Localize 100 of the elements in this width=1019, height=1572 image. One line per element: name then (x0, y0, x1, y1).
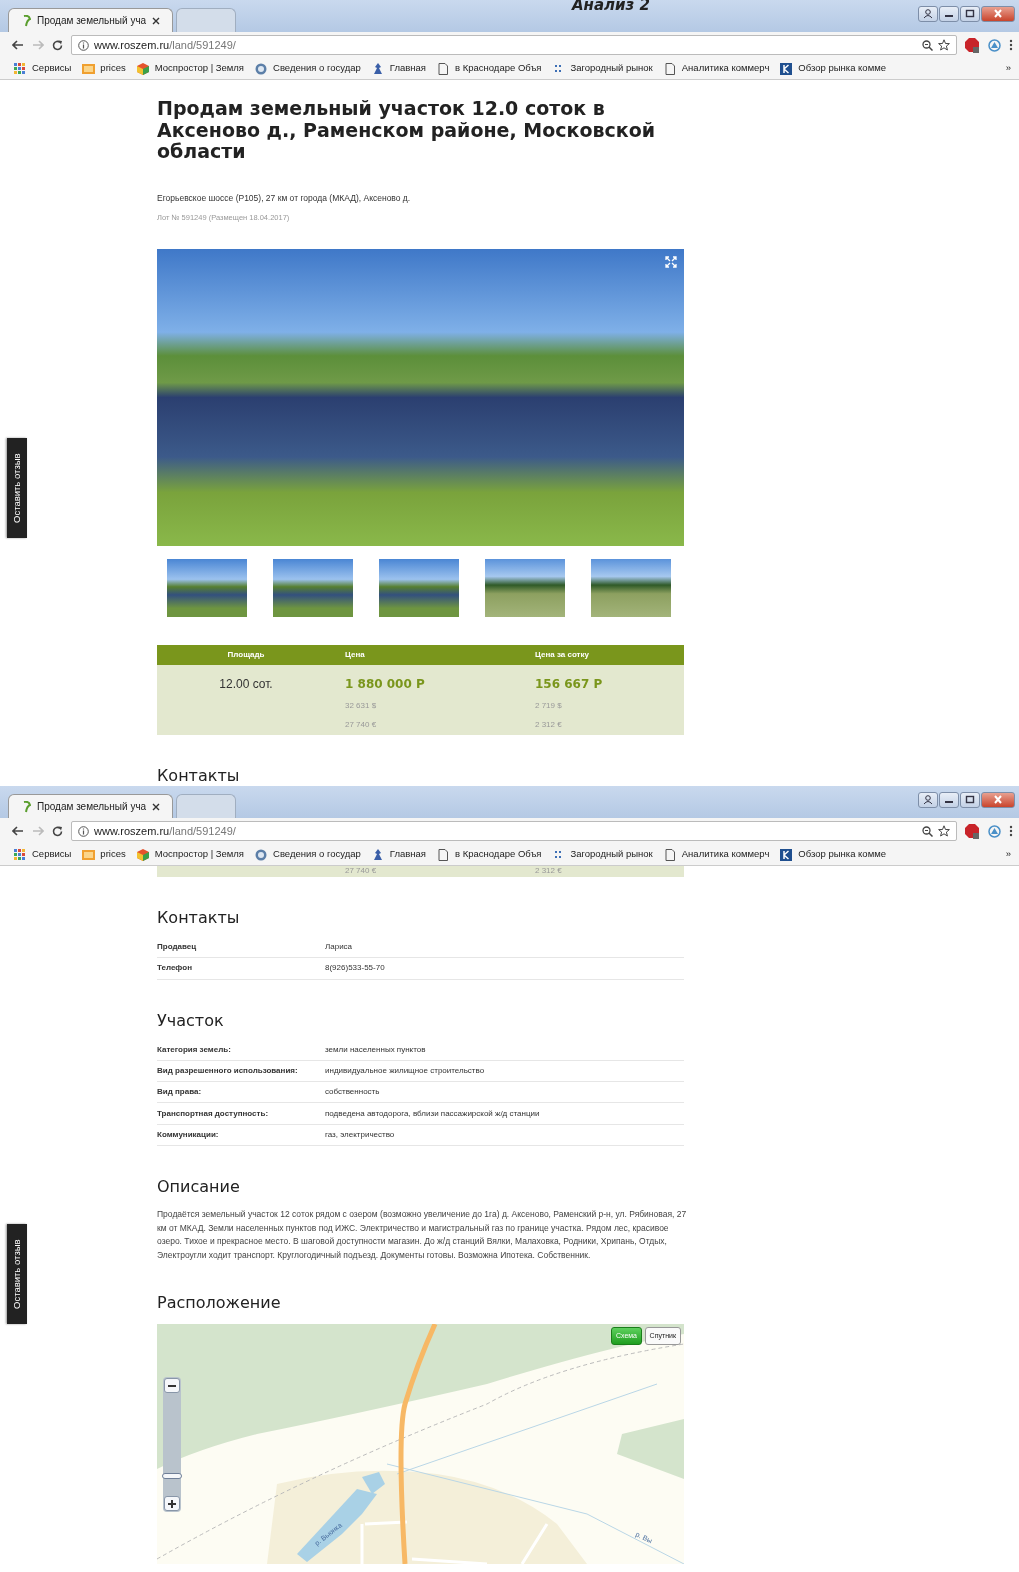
section-heading: Расположение (157, 1293, 282, 1314)
page-title: Продам земельный участок 12.0 соток в Аксеново д., Раменском районе, Московской области (157, 98, 657, 163)
detail-label: Телефон (157, 962, 193, 975)
thumbnail-photo[interactable] (379, 558, 459, 617)
figure-icon (371, 62, 385, 75)
figure-icon (371, 848, 385, 861)
bookmark-link[interactable]: в Краснодаре Объя (455, 61, 542, 76)
tab-title: Продам земельный уча (37, 800, 147, 814)
detail-label: Коммуникации: (157, 1128, 220, 1141)
eur-price-text: 27 740 € (345, 718, 378, 731)
back-arrow-icon[interactable] (12, 40, 24, 50)
address-text: Егорьевское шоссе (Р105), 27 км от города (МКАД), Аксеново д. (157, 191, 412, 205)
bookmark-link[interactable]: Загородный рынок (570, 847, 653, 862)
maximize-icon[interactable] (965, 9, 975, 19)
bookmark-link[interactable]: Сервисы (32, 61, 72, 76)
usd-price-text: 2 719 $ (535, 699, 563, 712)
star-icon[interactable] (938, 39, 950, 51)
section-heading: Участок (157, 1010, 225, 1031)
bookmark-link[interactable]: Сведения о государ (273, 847, 361, 862)
fullscreen-icon[interactable] (665, 255, 677, 268)
bookmark-link[interactable]: Главная (389, 847, 426, 862)
more-bookmarks-button[interactable]: » (1005, 847, 1011, 862)
more-bookmarks-button[interactable]: » (1005, 61, 1011, 76)
seal-icon (255, 62, 269, 75)
zoom-icon[interactable] (922, 39, 933, 51)
plus-icon[interactable] (168, 1499, 176, 1508)
browser-tab[interactable]: Продам земельный уча (8, 8, 173, 32)
back-arrow-icon[interactable] (12, 826, 24, 836)
bookmark-link[interactable]: Обзор рынка комме (798, 61, 886, 76)
seal-icon (255, 848, 269, 861)
section-heading: Контакты (157, 908, 241, 928)
thumbnail-photo[interactable] (273, 558, 353, 617)
price-value: 156 667 Р (535, 675, 604, 693)
bookmark-link[interactable]: Главная (389, 61, 426, 76)
detail-value: индивидуальное жилищное строительство (325, 1065, 486, 1078)
section-heading: Описание (157, 1177, 241, 1198)
reload-icon[interactable] (52, 825, 63, 837)
extension-icon[interactable] (988, 824, 1001, 838)
detail-value: 8(926)533-55-70 (325, 962, 386, 975)
close-icon[interactable] (152, 802, 161, 811)
detail-value: подведена автодорога, вблизи пассажирской ж/д станции (325, 1107, 541, 1120)
slider-thumb[interactable] (162, 1473, 182, 1479)
bookmark-link[interactable]: Загородный рынок (570, 61, 653, 76)
maximize-icon[interactable] (965, 795, 975, 805)
feedback-tab[interactable]: Оставить отзыв (7, 1224, 27, 1324)
k-logo-icon (780, 848, 794, 861)
bookmark-link[interactable]: в Краснодаре Объя (455, 847, 542, 862)
logo-square-icon (82, 62, 96, 75)
column-header: Цена за сотку (534, 648, 590, 661)
address-bar[interactable]: www.roszem.ru/land/591249/ (71, 35, 957, 55)
eur-price-text: 27 740 € (344, 866, 378, 877)
thumbnail-photo[interactable] (485, 558, 565, 617)
k-logo-icon (780, 62, 794, 75)
zoom-slider[interactable] (163, 1377, 181, 1513)
info-icon (78, 39, 89, 51)
detail-label: Категория земель: (157, 1043, 232, 1056)
apps-grid-icon (14, 848, 27, 861)
logo-square-icon (82, 848, 96, 861)
detail-label: Транспортная доступность: (157, 1107, 270, 1120)
url-text: www.roszem.ru/land/591249/ (94, 37, 236, 53)
menu-icon[interactable] (1009, 825, 1013, 837)
section-heading: Контакты (157, 765, 241, 786)
bookmark-link[interactable]: Моспростор | Земля (154, 61, 245, 76)
zoom-icon[interactable] (922, 825, 933, 837)
menu-icon[interactable] (1009, 39, 1013, 51)
bookmark-link[interactable]: Сведения о государ (273, 61, 361, 76)
cube-icon (136, 848, 150, 861)
bookmark-link[interactable]: prices (100, 847, 126, 862)
area-value: 12.00 сот. (218, 675, 274, 693)
apps-grid-icon (14, 62, 27, 75)
extension-icon[interactable] (988, 38, 1001, 52)
star-icon[interactable] (938, 825, 950, 837)
stop-sign-icon[interactable] (965, 37, 980, 53)
leaf-icon (23, 800, 31, 813)
bookmark-link[interactable]: Аналитика коммерч (681, 847, 770, 862)
browser-tab[interactable]: Продам земельный уча (8, 794, 173, 818)
user-icon[interactable] (923, 9, 933, 19)
thumbnail-photo[interactable] (591, 558, 671, 617)
reload-icon[interactable] (52, 39, 63, 51)
eur-price-text: 2 312 € (535, 718, 563, 731)
close-icon[interactable] (152, 16, 161, 25)
url-text: www.roszem.ru/land/591249/ (94, 823, 236, 839)
tab-title: Продам земельный уча (37, 14, 147, 28)
address-bar[interactable]: www.roszem.ru/land/591249/ (71, 821, 957, 841)
thumbnail-photo[interactable] (167, 558, 247, 617)
page-icon (663, 62, 677, 75)
bookmark-link[interactable]: Сервисы (32, 847, 72, 862)
detail-value: Лариса (325, 941, 354, 954)
stop-sign-icon[interactable] (965, 823, 980, 839)
feedback-tab[interactable]: Оставить отзыв (7, 438, 27, 538)
user-icon[interactable] (923, 795, 933, 805)
detail-value: газ, электричество (325, 1128, 396, 1141)
bookmark-link[interactable]: Обзор рынка комме (798, 847, 886, 862)
page-icon (437, 62, 450, 75)
description-text: Продаётся земельный участок 12 соток рядом с озером (возможно увеличение до 1га) д. Аксеново, Раменский р-н, ул. Рябиновая, 27 км от МКАД. Земли населенных пунктов под ИЖС. Электричество и магистральный газ по границе участка. Рядом лес, красивое озеро. Тихое и прекрасное место. В шаговой доступности магазин. До ж/д станций Вялки, Малаховка, Родники, Хрипань, Отдых, Электроугли ходит транспорт. Круглогодичный подъезд. Документы готовы. Возможна Ипотека. Собственник. (157, 1208, 688, 1262)
price-value: 1 880 000 Р (345, 675, 426, 693)
bookmark-link[interactable]: Моспростор | Земля (154, 847, 245, 862)
usd-price-text: 32 631 $ (345, 699, 378, 712)
bookmark-link[interactable]: Аналитика коммерч (681, 61, 770, 76)
bookmark-link[interactable]: prices (100, 61, 126, 76)
